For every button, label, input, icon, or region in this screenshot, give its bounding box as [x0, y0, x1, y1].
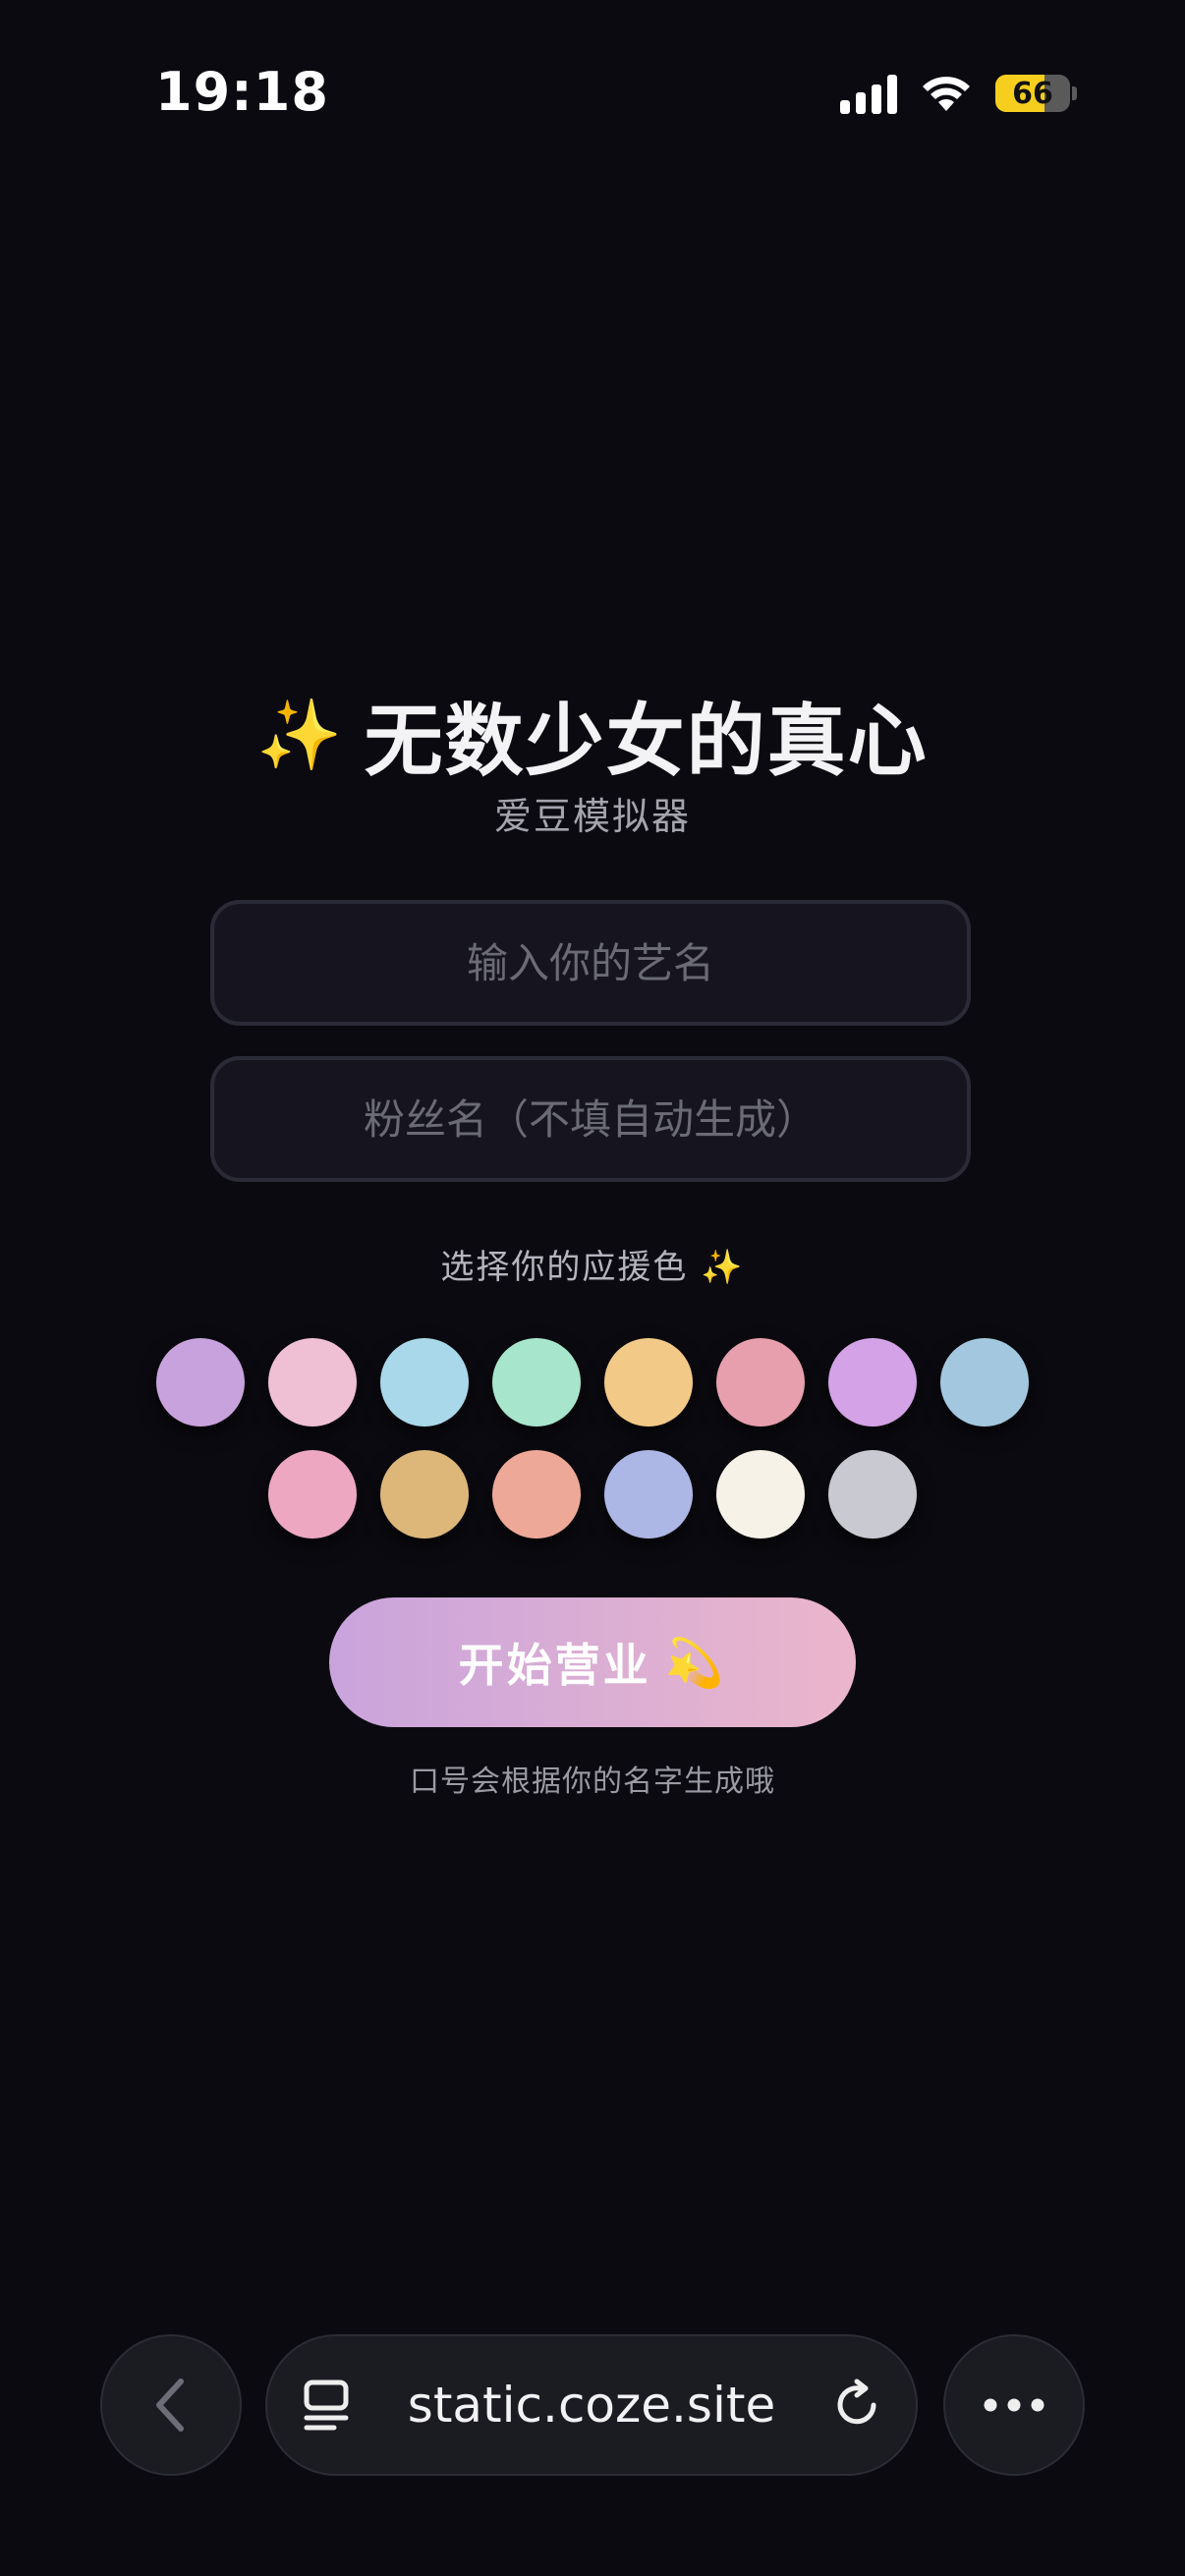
dizzy-icon: 💫 [664, 1635, 727, 1691]
page-subtitle: 爱豆模拟器 [493, 795, 691, 838]
fan-name-input[interactable] [210, 1056, 971, 1182]
color-swatch[interactable] [492, 1338, 581, 1427]
color-swatch[interactable] [380, 1450, 469, 1539]
color-swatch[interactable] [716, 1338, 805, 1427]
color-swatch[interactable] [492, 1450, 581, 1539]
color-swatch[interactable] [156, 1338, 245, 1427]
color-swatch[interactable] [940, 1338, 1029, 1427]
color-swatch[interactable] [604, 1450, 693, 1539]
battery-percent: 66 [1012, 76, 1053, 111]
sparkle-icon: ✨ [256, 695, 343, 775]
color-swatch[interactable] [716, 1450, 805, 1539]
color-label-text: 选择你的应援色 [440, 1248, 689, 1287]
url-text: static.coze.site [407, 2377, 776, 2434]
reload-icon[interactable] [798, 2379, 916, 2432]
color-swatch[interactable] [828, 1450, 917, 1539]
status-icons: 66 [840, 71, 1077, 116]
more-icon [984, 2398, 1044, 2412]
back-button[interactable] [100, 2334, 242, 2476]
start-button[interactable]: 开始营业 💫 [329, 1597, 856, 1727]
color-swatch[interactable] [380, 1338, 469, 1427]
status-time: 19:18 [155, 61, 329, 123]
chevron-left-icon [156, 2379, 184, 2432]
color-swatch[interactable] [604, 1338, 693, 1427]
address-bar[interactable]: static.coze.site [265, 2334, 918, 2476]
color-picker-label: 选择你的应援色 ✨ [0, 1240, 1185, 1288]
wifi-icon [921, 74, 972, 113]
color-swatch[interactable] [268, 1338, 357, 1427]
color-swatch-row-2 [0, 1450, 1185, 1539]
title-row: ✨ 无数少女的真心 [0, 678, 1185, 792]
color-swatch[interactable] [268, 1450, 357, 1539]
signal-icon [840, 73, 897, 114]
battery-tip [1072, 86, 1077, 100]
stage-name-input[interactable] [210, 900, 971, 1026]
page-title: 无数少女的真心 [364, 696, 929, 787]
start-button-label: 开始营业 [458, 1639, 651, 1692]
sparkle-icon: ✨ [701, 1248, 745, 1287]
battery-icon: 66 [995, 75, 1070, 112]
color-swatch[interactable] [828, 1338, 917, 1427]
tabs-icon[interactable] [267, 2379, 385, 2432]
hint-text: 口号会根据你的名字生成哦 [410, 1764, 775, 1799]
more-button[interactable] [943, 2334, 1085, 2476]
color-swatch-row-1 [0, 1338, 1185, 1427]
